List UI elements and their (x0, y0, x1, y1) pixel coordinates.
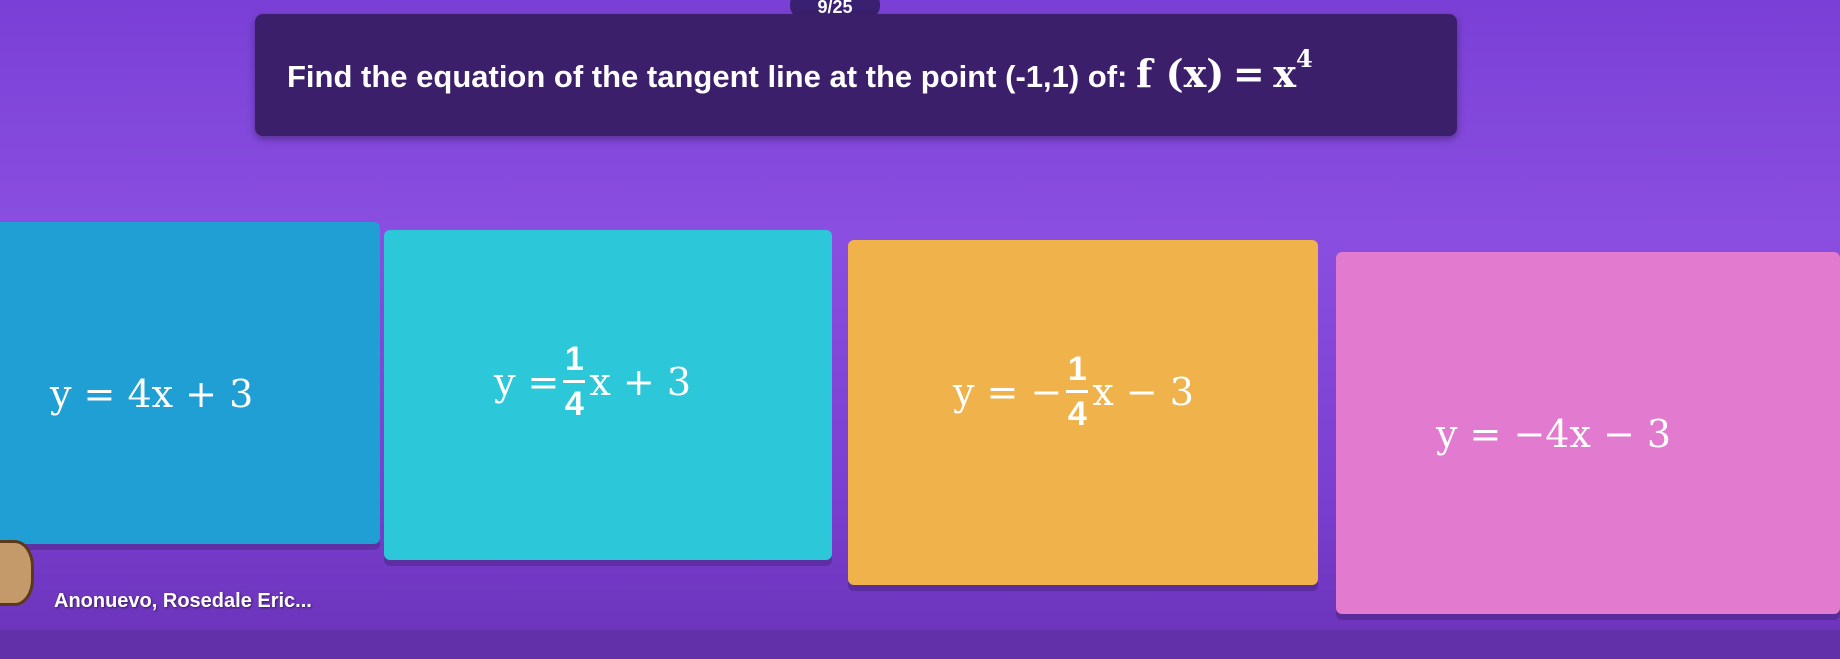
answer-option-3[interactable]: y = − 1 4 x − 3 (848, 240, 1318, 585)
function-exponent: 4 (1295, 44, 1313, 73)
avatar (0, 540, 34, 606)
question-panel: Find the equation of the tangent line at… (255, 14, 1457, 136)
answer-4-equation: y = −4x − 3 (1436, 412, 1671, 456)
answer-2-rest: x + 3 (589, 359, 691, 404)
bottom-bar (0, 630, 1840, 659)
answer-3-equation: y = − 1 4 x − 3 (953, 352, 1194, 431)
answer-3-denominator: 4 (1067, 395, 1087, 433)
answer-option-1[interactable]: y = 4x + 3 (0, 222, 380, 544)
fraction-bar (1066, 390, 1089, 393)
author-name: Anonuevo, Rosedale Eric... (54, 590, 312, 612)
question-text: Find the equation of the tangent line at… (287, 44, 1313, 96)
answer-1-text: y = 4x + 3 (50, 372, 254, 416)
answer-3-lhs: y = − (953, 369, 1063, 414)
answer-1-equation: y = 4x + 3 (50, 372, 253, 416)
answer-option-2[interactable]: y = 1 4 x + 3 (384, 230, 832, 560)
fraction-bar (563, 380, 586, 383)
answer-2-lhs: y = (494, 359, 560, 404)
answer-3-fraction: 1 4 (1066, 350, 1089, 433)
answer-3-rest: x − 3 (1092, 369, 1194, 414)
question-prefix: Find the equation of the tangent line at… (287, 59, 1128, 94)
function-base: x (1273, 51, 1296, 96)
answer-2-denominator: 4 (564, 385, 584, 423)
function-lhs: f (x) (1136, 51, 1225, 96)
answer-2-fraction: 1 4 (563, 340, 586, 423)
answer-2-equation: y = 1 4 x + 3 (494, 342, 691, 421)
answer-4-text: y = −4x − 3 (1436, 412, 1672, 456)
answer-2-numerator: 1 (564, 340, 584, 378)
answer-3-numerator: 1 (1067, 350, 1087, 388)
answer-option-4[interactable]: y = −4x − 3 (1336, 252, 1840, 614)
equals-sign: = (1232, 51, 1265, 96)
